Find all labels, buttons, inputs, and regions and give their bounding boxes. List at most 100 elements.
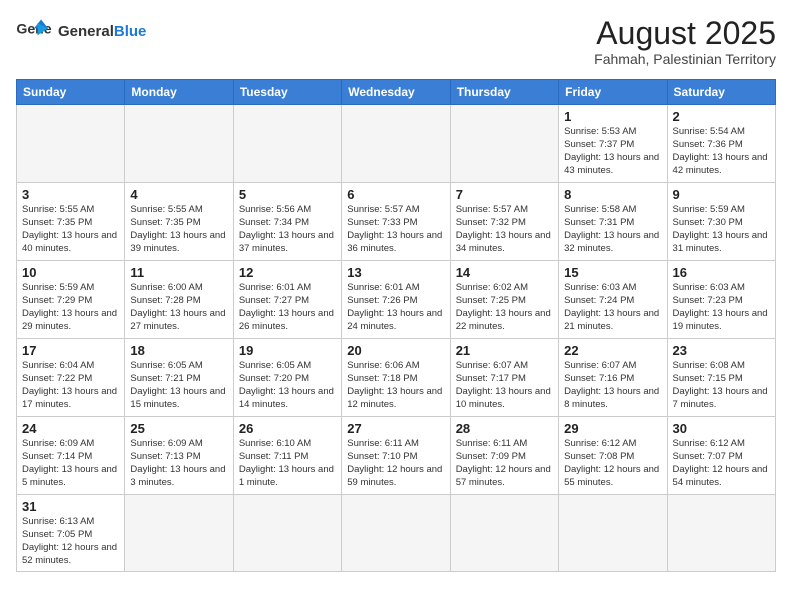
col-header-friday: Friday — [559, 80, 667, 105]
title-block: August 2025 Fahmah, Palestinian Territor… — [594, 16, 776, 67]
day-number: 9 — [673, 187, 770, 202]
day-number: 1 — [564, 109, 661, 124]
day-info: Sunrise: 5:57 AM Sunset: 7:33 PM Dayligh… — [347, 204, 444, 255]
day-info: Sunrise: 5:59 AM Sunset: 7:30 PM Dayligh… — [673, 204, 770, 255]
calendar-day-cell — [17, 105, 125, 183]
day-info: Sunrise: 5:55 AM Sunset: 7:35 PM Dayligh… — [130, 204, 227, 255]
day-info: Sunrise: 6:01 AM Sunset: 7:27 PM Dayligh… — [239, 282, 336, 333]
calendar-week-row: 10Sunrise: 5:59 AM Sunset: 7:29 PM Dayli… — [17, 261, 776, 339]
calendar-day-cell: 28 Sunrise: 6:11 AM Sunset: 7:09 PM Dayli… — [450, 417, 558, 495]
day-info: Sunrise: 5:57 AM Sunset: 7:32 PM Dayligh… — [456, 204, 553, 255]
day-info: Sunrise: 6:09 AM Sunset: 7:14 PM Dayligh… — [22, 438, 119, 489]
calendar-day-cell: 26 Sunrise: 6:10 AM Sunset: 7:11 PM Dayli… — [233, 417, 341, 495]
col-header-tuesday: Tuesday — [233, 80, 341, 105]
month-year-title: August 2025 — [594, 16, 776, 51]
day-info: Sunrise: 6:13 AM Sunset: 7:05 PM Dayligh… — [22, 516, 119, 567]
calendar-day-cell: 12 Sunrise: 6:01 AM Sunset: 7:27 PM Dayli… — [233, 261, 341, 339]
day-number: 17 — [22, 343, 119, 358]
day-info: Sunrise: 6:12 AM Sunset: 7:08 PM Dayligh… — [564, 438, 661, 489]
day-number: 30 — [673, 421, 770, 436]
calendar-day-cell: 1 Sunrise: 5:53 AM Sunset: 7:37 PM Daylig… — [559, 105, 667, 183]
day-info: Sunrise: 6:01 AM Sunset: 7:26 PM Dayligh… — [347, 282, 444, 333]
page-header: General GeneralBlue August 2025 Fahmah, … — [16, 16, 776, 67]
calendar-day-cell: 5 Sunrise: 5:56 AM Sunset: 7:34 PM Daylig… — [233, 183, 341, 261]
col-header-thursday: Thursday — [450, 80, 558, 105]
calendar-day-cell: 6 Sunrise: 5:57 AM Sunset: 7:33 PM Daylig… — [342, 183, 450, 261]
day-number: 13 — [347, 265, 444, 280]
day-number: 15 — [564, 265, 661, 280]
day-number: 2 — [673, 109, 770, 124]
logo-icon: General — [16, 16, 52, 46]
day-number: 19 — [239, 343, 336, 358]
col-header-wednesday: Wednesday — [342, 80, 450, 105]
day-info: Sunrise: 6:04 AM Sunset: 7:22 PM Dayligh… — [22, 360, 119, 411]
calendar-day-cell: 10Sunrise: 5:59 AM Sunset: 7:29 PM Dayli… — [17, 261, 125, 339]
calendar-day-cell: 24 Sunrise: 6:09 AM Sunset: 7:14 PM Dayli… — [17, 417, 125, 495]
day-info: Sunrise: 5:54 AM Sunset: 7:36 PM Dayligh… — [673, 126, 770, 177]
calendar-day-cell: 8 Sunrise: 5:58 AM Sunset: 7:31 PM Daylig… — [559, 183, 667, 261]
day-number: 4 — [130, 187, 227, 202]
day-number: 24 — [22, 421, 119, 436]
day-number: 26 — [239, 421, 336, 436]
calendar-day-cell — [233, 105, 341, 183]
day-number: 14 — [456, 265, 553, 280]
calendar-day-cell: 17 Sunrise: 6:04 AM Sunset: 7:22 PM Dayli… — [17, 339, 125, 417]
calendar-day-cell: 14Sunrise: 6:02 AM Sunset: 7:25 PM Dayli… — [450, 261, 558, 339]
day-number: 21 — [456, 343, 553, 358]
calendar-day-cell — [559, 495, 667, 572]
calendar-day-cell: 31 Sunrise: 6:13 AM Sunset: 7:05 PM Dayli… — [17, 495, 125, 572]
day-info: Sunrise: 6:11 AM Sunset: 7:09 PM Dayligh… — [456, 438, 553, 489]
calendar-day-cell — [450, 495, 558, 572]
calendar-day-cell — [667, 495, 775, 572]
calendar-day-cell — [125, 495, 233, 572]
day-info: Sunrise: 5:58 AM Sunset: 7:31 PM Dayligh… — [564, 204, 661, 255]
calendar-day-cell: 18Sunrise: 6:05 AM Sunset: 7:21 PM Dayli… — [125, 339, 233, 417]
day-number: 12 — [239, 265, 336, 280]
calendar-week-row: 31 Sunrise: 6:13 AM Sunset: 7:05 PM Dayli… — [17, 495, 776, 572]
calendar-day-cell: 13 Sunrise: 6:01 AM Sunset: 7:26 PM Dayli… — [342, 261, 450, 339]
day-number: 27 — [347, 421, 444, 436]
day-number: 20 — [347, 343, 444, 358]
calendar-day-cell: 7 Sunrise: 5:57 AM Sunset: 7:32 PM Daylig… — [450, 183, 558, 261]
calendar-day-cell: 21 Sunrise: 6:07 AM Sunset: 7:17 PM Dayli… — [450, 339, 558, 417]
calendar-week-row: 3 Sunrise: 5:55 AM Sunset: 7:35 PM Daylig… — [17, 183, 776, 261]
day-info: Sunrise: 6:05 AM Sunset: 7:20 PM Dayligh… — [239, 360, 336, 411]
day-number: 7 — [456, 187, 553, 202]
calendar-table: SundayMondayTuesdayWednesdayThursdayFrid… — [16, 79, 776, 572]
calendar-day-cell: 27 Sunrise: 6:11 AM Sunset: 7:10 PM Dayli… — [342, 417, 450, 495]
col-header-sunday: Sunday — [17, 80, 125, 105]
calendar-week-row: 17 Sunrise: 6:04 AM Sunset: 7:22 PM Dayli… — [17, 339, 776, 417]
day-info: Sunrise: 5:53 AM Sunset: 7:37 PM Dayligh… — [564, 126, 661, 177]
day-number: 31 — [22, 499, 119, 514]
calendar-day-cell — [233, 495, 341, 572]
day-info: Sunrise: 6:07 AM Sunset: 7:17 PM Dayligh… — [456, 360, 553, 411]
day-info: Sunrise: 6:06 AM Sunset: 7:18 PM Dayligh… — [347, 360, 444, 411]
day-number: 10 — [22, 265, 119, 280]
day-info: Sunrise: 6:12 AM Sunset: 7:07 PM Dayligh… — [673, 438, 770, 489]
calendar-day-cell: 16Sunrise: 6:03 AM Sunset: 7:23 PM Dayli… — [667, 261, 775, 339]
logo-text: GeneralBlue — [58, 23, 146, 40]
day-info: Sunrise: 6:07 AM Sunset: 7:16 PM Dayligh… — [564, 360, 661, 411]
calendar-day-cell: 9 Sunrise: 5:59 AM Sunset: 7:30 PM Daylig… — [667, 183, 775, 261]
calendar-day-cell — [342, 495, 450, 572]
day-number: 5 — [239, 187, 336, 202]
day-number: 28 — [456, 421, 553, 436]
calendar-day-cell: 3 Sunrise: 5:55 AM Sunset: 7:35 PM Daylig… — [17, 183, 125, 261]
day-info: Sunrise: 6:03 AM Sunset: 7:23 PM Dayligh… — [673, 282, 770, 333]
calendar-day-cell: 22Sunrise: 6:07 AM Sunset: 7:16 PM Dayli… — [559, 339, 667, 417]
calendar-day-cell: 11Sunrise: 6:00 AM Sunset: 7:28 PM Dayli… — [125, 261, 233, 339]
day-number: 8 — [564, 187, 661, 202]
day-number: 6 — [347, 187, 444, 202]
logo: General GeneralBlue — [16, 16, 146, 46]
day-info: Sunrise: 5:55 AM Sunset: 7:35 PM Dayligh… — [22, 204, 119, 255]
day-number: 3 — [22, 187, 119, 202]
day-info: Sunrise: 6:09 AM Sunset: 7:13 PM Dayligh… — [130, 438, 227, 489]
day-info: Sunrise: 6:11 AM Sunset: 7:10 PM Dayligh… — [347, 438, 444, 489]
calendar-day-cell: 19 Sunrise: 6:05 AM Sunset: 7:20 PM Dayli… — [233, 339, 341, 417]
calendar-day-cell: 30 Sunrise: 6:12 AM Sunset: 7:07 PM Dayli… — [667, 417, 775, 495]
calendar-header-row: SundayMondayTuesdayWednesdayThursdayFrid… — [17, 80, 776, 105]
calendar-day-cell: 20 Sunrise: 6:06 AM Sunset: 7:18 PM Dayli… — [342, 339, 450, 417]
day-info: Sunrise: 6:10 AM Sunset: 7:11 PM Dayligh… — [239, 438, 336, 489]
col-header-saturday: Saturday — [667, 80, 775, 105]
day-info: Sunrise: 5:56 AM Sunset: 7:34 PM Dayligh… — [239, 204, 336, 255]
